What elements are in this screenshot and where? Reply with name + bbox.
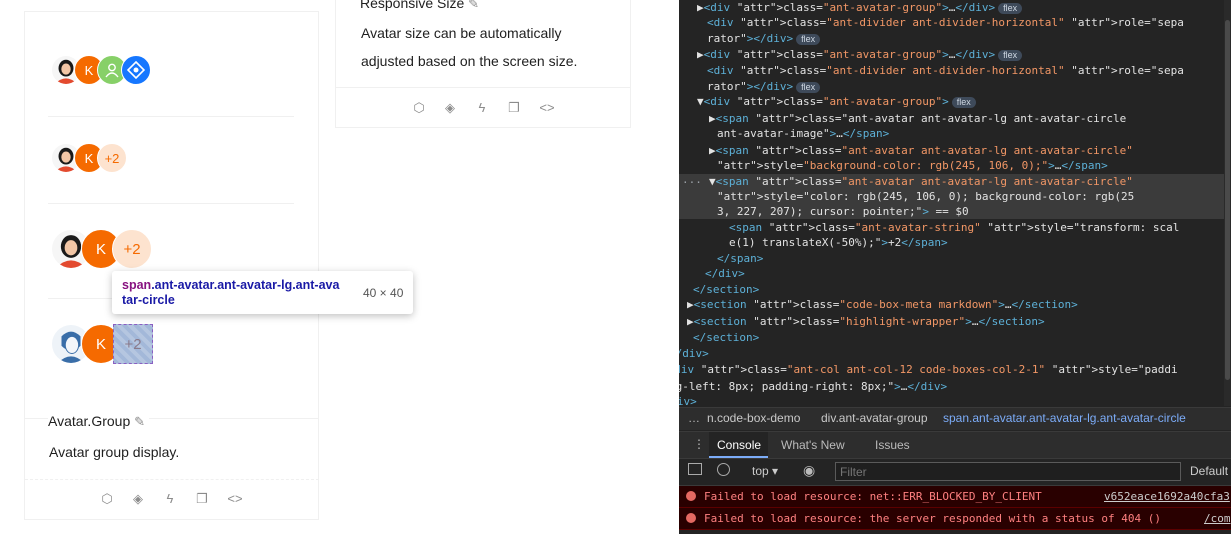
dom-node-line[interactable]: <div "attr">class="ant-divider ant-divid… [707, 63, 1184, 78]
avatar-more-3[interactable]: +2 [112, 229, 152, 269]
divider-2 [48, 203, 294, 204]
copy-icon[interactable]: ❐ [506, 100, 522, 116]
dom-node-line[interactable]: "attr">style="background-color: rgb(245,… [717, 158, 1108, 173]
dom-node-line[interactable]: ▼<div "attr">class="ant-avatar-group"> fl… [697, 94, 976, 109]
tooltip-tag: span [122, 278, 152, 292]
copy-icon[interactable]: ❐ [194, 491, 210, 507]
tab-console[interactable]: Console [709, 432, 768, 458]
responsive-title: Responsive Size ✎ [360, 0, 479, 12]
clear-console-icon[interactable] [717, 463, 730, 476]
flex-badge[interactable]: flex [998, 3, 1023, 14]
dom-node-line[interactable]: ▶<span "attr">class="ant-avatar ant-avat… [709, 111, 1126, 126]
code-sandbox-icon[interactable]: ⬡ [411, 100, 427, 116]
edit-icon[interactable]: ✎ [468, 0, 479, 11]
thunderbolt-icon[interactable]: ϟ [474, 100, 490, 116]
inspector-tooltip: span.ant-avatar.ant-avatar-lg.ant-ava ta… [112, 271, 413, 314]
breadcrumb-item-1[interactable]: n.code-box-demo [707, 411, 800, 425]
dom-node-line[interactable]: ▶<div "attr">class="ant-avatar-group">…<… [697, 0, 1023, 15]
error-source-link[interactable]: v652eace1692a40cfa3 [1104, 486, 1230, 507]
context-select[interactable]: top ▾ [752, 464, 778, 478]
responsive-desc-line1: Avatar size can be automatically [361, 25, 562, 41]
dom-node-line[interactable]: "attr">style="color: rgb(245, 106, 0); b… [717, 189, 1134, 204]
dom-node-line[interactable]: <div "attr">class="ant-divider ant-divid… [707, 15, 1184, 30]
dom-node-line[interactable]: ▶<span "attr">class="ant-avatar ant-avat… [709, 143, 1133, 158]
dom-node-line[interactable]: ant-avatar-image">…</span> [717, 126, 889, 141]
codepen-icon[interactable]: ◈ [130, 491, 146, 507]
error-icon [686, 513, 696, 523]
log-levels-select[interactable]: Default [1190, 464, 1228, 478]
console-toolbar: top ▾ ◉ Default [679, 458, 1231, 486]
drawer-menu-icon[interactable]: ⋮ [693, 437, 705, 451]
sidebar-toggle-icon[interactable] [688, 463, 702, 475]
tooltip-class-1: .ant-avatar.ant-avatar-lg.ant-ava [151, 278, 340, 292]
avatar-more-4-highlighted[interactable]: +2 [113, 324, 153, 364]
dom-node-line[interactable]: ▶<section "attr">class="highlight-wrappe… [687, 314, 1045, 329]
dom-node-line[interactable]: </section> [693, 330, 759, 345]
dom-node-line[interactable]: </span> [717, 251, 763, 266]
thunderbolt-icon[interactable]: ϟ [162, 491, 178, 507]
dom-node-line[interactable]: 3, 227, 207); cursor: pointer;"> == $0 [717, 204, 969, 219]
live-expression-eye-icon[interactable]: ◉ [803, 462, 815, 479]
error-source-link[interactable]: /com [1204, 508, 1231, 529]
console-error-1: Failed to load resource: net::ERR_BLOCKE… [679, 486, 1231, 508]
dom-node-line[interactable]: </div> [705, 266, 745, 281]
dom-node-line[interactable]: ng-left: 8px; padding-right: 8px;">…</di… [679, 379, 947, 394]
avatar-more-2[interactable]: +2 [97, 143, 127, 173]
dom-node-line[interactable]: ▶<section "attr">class="code-box-meta ma… [687, 297, 1078, 312]
code-sandbox-icon[interactable]: ⬡ [99, 491, 115, 507]
tab-issues[interactable]: Issues [875, 438, 910, 452]
flex-badge[interactable]: flex [951, 97, 976, 108]
dom-node-line[interactable]: <span "attr">class="ant-avatar-string" "… [729, 220, 1179, 235]
devtools-panel: ··· ▶<div "attr">class="ant-avatar-group… [679, 0, 1231, 534]
divider-1 [48, 116, 294, 117]
dom-node-line[interactable]: </section> [693, 282, 759, 297]
responsive-desc-line2: adjusted based on the screen size. [361, 53, 578, 69]
scrollbar-thumb[interactable] [1225, 20, 1230, 380]
dom-node-line[interactable]: ▼<span "attr">class="ant-avatar ant-avat… [709, 174, 1133, 189]
code-icon[interactable]: <> [539, 100, 555, 116]
dom-node-line[interactable]: </div> [679, 346, 709, 361]
responsive-divider [336, 87, 630, 88]
avatar-group-desc: Avatar group display. [49, 444, 180, 460]
breadcrumb-item-3[interactable]: span.ant-avatar.ant-avatar-lg.ant-avatar… [943, 411, 1186, 425]
error-icon [686, 491, 696, 501]
node-ellipsis[interactable]: ··· [682, 176, 702, 189]
card-divider-actions-1 [25, 479, 319, 481]
edit-icon[interactable]: ✎ [134, 414, 145, 430]
dom-node-line[interactable]: e(1) translateX(-50%);">+2</span> [729, 235, 948, 250]
breadcrumb: … n.code-box-demo div.ant-avatar-group s… [679, 407, 1231, 430]
ant-design-icon [121, 55, 151, 85]
code-icon[interactable]: <> [227, 491, 243, 507]
codepen-icon[interactable]: ◈ [442, 100, 458, 116]
avatar-group-title: Avatar.Group ✎ [48, 413, 150, 430]
dom-node-line[interactable]: rator"></div> flex [707, 31, 821, 46]
drawer-tabs: ⋮ Console What's New Issues [679, 431, 1231, 458]
tooltip-size: 40 × 40 [363, 286, 404, 300]
tab-whats-new[interactable]: What's New [781, 438, 845, 452]
dom-node-line[interactable]: ▶<div "attr">class="ant-avatar-group">…<… [697, 47, 1023, 62]
dom-node-line[interactable]: ▶<div "attr">class="ant-col ant-col-12 c… [679, 362, 1178, 377]
flex-badge[interactable]: flex [796, 82, 821, 93]
breadcrumb-ellipsis[interactable]: … [688, 411, 700, 425]
dom-node-line[interactable]: rator"></div> flex [707, 79, 821, 94]
console-error-2: Failed to load resource: the server resp… [679, 508, 1231, 530]
tooltip-class-2: tar-circle [122, 293, 175, 307]
flex-badge[interactable]: flex [998, 50, 1023, 61]
console-filter-input[interactable] [835, 462, 1181, 481]
flex-badge[interactable]: flex [796, 34, 821, 45]
breadcrumb-item-2[interactable]: div.ant-avatar-group [821, 411, 928, 425]
